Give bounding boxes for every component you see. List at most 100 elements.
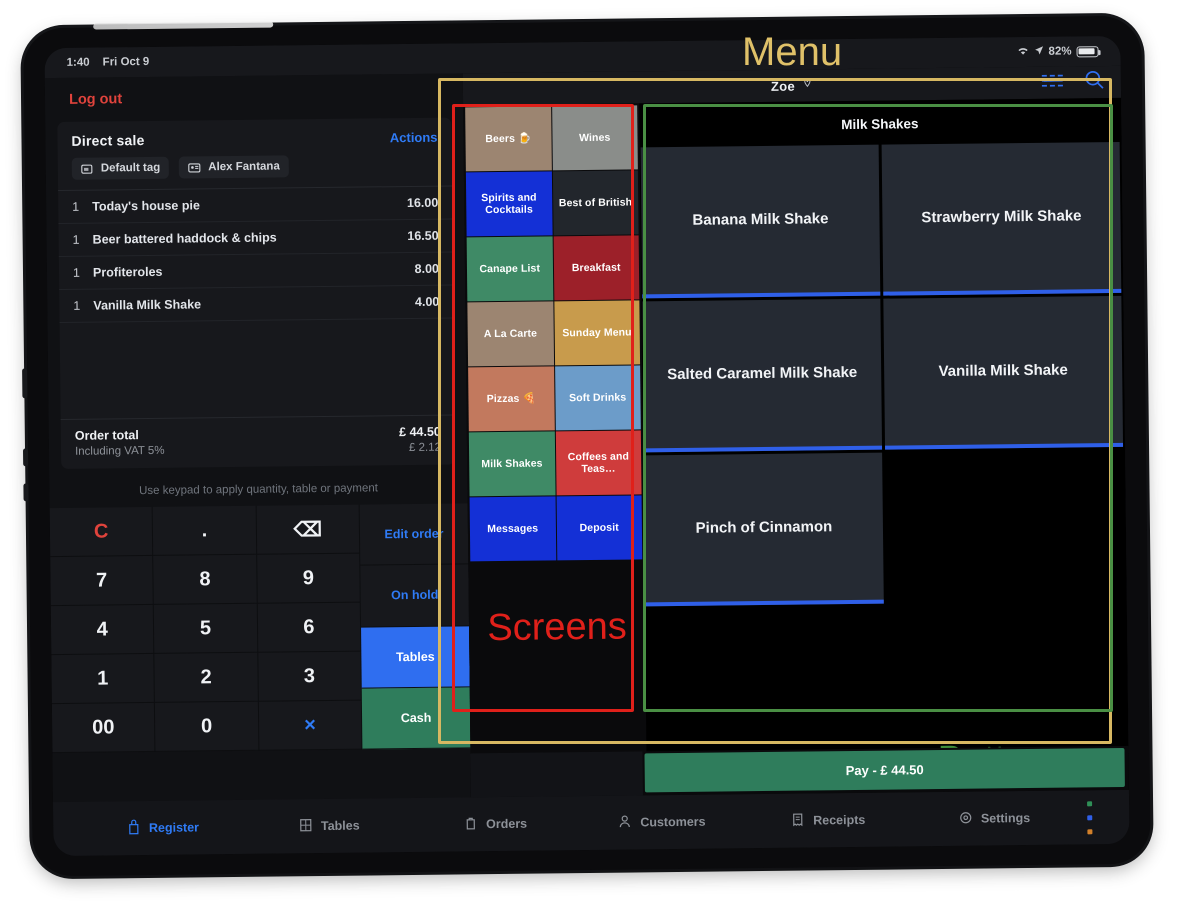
order-list-filler (60, 319, 455, 419)
product-button-empty (885, 449, 1125, 604)
order-line-item[interactable]: 1 Beer battered haddock & chips 16.50 (58, 219, 453, 257)
product-button[interactable]: Vanilla Milk Shake (883, 295, 1124, 450)
nav-item-customers[interactable]: Customers (578, 812, 745, 833)
status-date: Fri Oct 9 (102, 55, 150, 69)
pin-icon[interactable] (802, 76, 813, 94)
screen-tile[interactable]: Sunday Menu (553, 300, 641, 366)
keypad-hint: Use keypad to apply quantity, table or p… (138, 482, 378, 498)
screen-tile[interactable]: Coffees and Teas… (555, 430, 642, 496)
device-volume-button (22, 368, 28, 399)
nav-item-label: Orders (486, 816, 528, 832)
search-icon[interactable] (1084, 69, 1105, 95)
nav-item-label: Register (148, 820, 200, 835)
tag-icon (81, 163, 94, 174)
nav-item-settings[interactable]: Settings (911, 808, 1078, 829)
screen-tile[interactable]: Best of British (552, 170, 639, 236)
screen-tile[interactable]: Soft Drinks (554, 365, 641, 431)
keypad-key-5[interactable]: 5 (154, 603, 258, 654)
buttons-column: Milk Shakes Banana Milk Shake Strawberry … (639, 97, 1129, 796)
order-total-label: Order total (74, 428, 139, 443)
keypad-key-9[interactable]: 9 (256, 553, 361, 604)
keypad-key-6[interactable]: 6 (257, 602, 362, 653)
keypad-key-[interactable]: ⌫ (256, 504, 361, 555)
wifi-icon (1016, 45, 1029, 58)
order-line-item[interactable]: 1 Vanilla Milk Shake 4.00 (59, 285, 454, 323)
screen-tile[interactable]: Milk Shakes (468, 431, 556, 497)
keypad-key-0[interactable]: 0 (155, 701, 260, 752)
chip-default-tag-label: Default tag (100, 161, 161, 175)
customers-icon (617, 813, 632, 832)
line-qty: 1 (72, 232, 80, 247)
product-button[interactable]: Banana Milk Shake (640, 144, 881, 299)
nav-item-receipts[interactable]: Receipts (744, 810, 911, 831)
keypad-key-00[interactable]: 00 (51, 702, 156, 754)
register-left-pane: Log out Direct sale Actions Default tag (44, 73, 471, 803)
order-chip-row: Default tag Alex Fantana (58, 154, 452, 190)
screen-tile[interactable]: Canape List (466, 236, 553, 302)
ipad-screen: 1:40 Fri Oct 9 82% Log out Direct sale A… (44, 35, 1130, 857)
hamburger-menu-icon[interactable] (1040, 71, 1066, 94)
screens-grid: Beers 🍺 Wines Spirits and Cocktails Best of… (465, 105, 643, 562)
chip-customer[interactable]: Alex Fantana (179, 155, 289, 179)
line-name: Today's house pie (92, 198, 200, 214)
screen-tile[interactable]: Messages (469, 496, 556, 562)
nav-item-label: Settings (980, 810, 1031, 826)
line-name: Vanilla Milk Shake (93, 297, 202, 313)
orders-icon (463, 815, 478, 834)
screen-tile[interactable]: Breakfast (553, 235, 640, 301)
action-tables[interactable]: Tables (361, 625, 470, 689)
order-total-value: £ 44.50 (399, 424, 441, 440)
nav-item-register[interactable]: Register (79, 817, 246, 838)
screen-tile[interactable]: Deposit (556, 495, 643, 561)
product-button[interactable]: Salted Caramel Milk Shake (642, 298, 883, 453)
status-time: 1:40 (66, 56, 90, 69)
keypad-side-actions: Edit order On hold Tables Cash (359, 503, 471, 750)
screen-tile[interactable]: Beers 🍺 (465, 106, 552, 172)
screen-tile[interactable]: A La Carte (467, 301, 554, 367)
order-line-list: 1 Today's house pie 16.00 1 Beer battered ha… (58, 185, 454, 323)
keypad-key-2[interactable]: 2 (154, 652, 259, 703)
line-qty: 1 (72, 199, 80, 214)
screen-tile[interactable]: Wines (551, 105, 638, 171)
keypad-key-8[interactable]: 8 (153, 554, 258, 605)
nav-item-label: Tables (320, 818, 360, 834)
nav-status-dots (1077, 800, 1103, 834)
line-price: 16.50 (407, 228, 439, 244)
action-cash[interactable]: Cash (361, 687, 471, 750)
menu-header-icons (1040, 69, 1105, 96)
order-line-item[interactable]: 1 Profiteroles 8.00 (58, 252, 454, 290)
keypad-key-c[interactable]: C (49, 506, 154, 558)
ipad-device-frame: 1:40 Fri Oct 9 82% Log out Direct sale A… (22, 15, 1151, 877)
action-on-hold[interactable]: On hold (360, 564, 470, 628)
line-price: 16.00 (406, 195, 439, 211)
battery-percent: 82% (1048, 45, 1072, 58)
logout-button[interactable]: Log out (45, 73, 463, 122)
action-edit-order[interactable]: Edit order (359, 503, 469, 566)
nav-item-label: Receipts (813, 812, 866, 828)
sale-title: Direct sale (71, 132, 145, 149)
keypad-key-4[interactable]: 4 (50, 604, 155, 656)
product-buttons-grid: Banana Milk Shake Strawberry Milk Shake Sa… (640, 141, 1125, 607)
keypad-key-[interactable]: × (258, 700, 363, 751)
keypad-key-1[interactable]: 1 (51, 653, 156, 705)
screen-tile[interactable]: Spirits and Cocktails (465, 171, 553, 237)
line-qty: 1 (73, 298, 81, 313)
order-line-item[interactable]: 1 Today's house pie 16.00 (58, 186, 453, 224)
order-card-header: Direct sale Actions (57, 118, 451, 158)
keypad-key-3[interactable]: 3 (257, 651, 362, 702)
pay-button[interactable]: Pay - £ 44.50 (644, 747, 1125, 793)
product-button[interactable]: Pinch of Cinnamon (644, 452, 884, 607)
nav-item-orders[interactable]: Orders (412, 814, 579, 835)
line-name: Beer battered haddock & chips (92, 230, 277, 247)
screen-tile[interactable]: Pizzas 🍕 (468, 366, 555, 432)
pay-row: Pay - £ 44.50 (470, 745, 1129, 798)
keypad-key-[interactable]: . (152, 505, 257, 556)
actions-button[interactable]: Actions (390, 129, 438, 145)
location-arrow-icon (1034, 46, 1044, 58)
nav-item-label: Customers (640, 814, 706, 830)
buttons-panel-title: Milk Shakes (640, 99, 1120, 148)
chip-default-tag[interactable]: Default tag (71, 156, 170, 180)
product-button[interactable]: Strawberry Milk Shake (881, 141, 1122, 296)
keypad-key-7[interactable]: 7 (50, 555, 155, 607)
nav-item-tables[interactable]: Tables (246, 816, 413, 837)
